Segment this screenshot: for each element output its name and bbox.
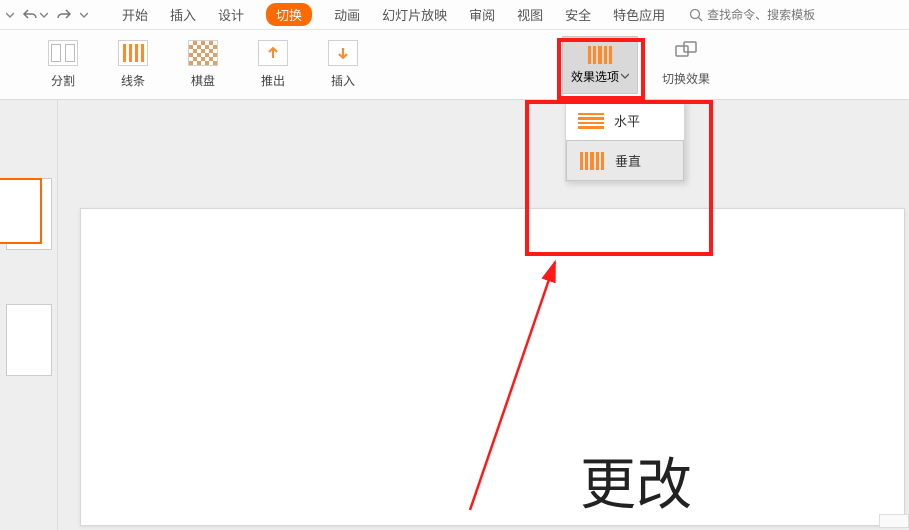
switch-effect-icon [674,40,698,64]
transition-checker[interactable]: 棋盘 [188,40,218,89]
option-horizontal-label: 水平 [614,111,640,130]
chevron-down-icon [621,72,629,80]
transition-insert[interactable]: 插入 [328,40,358,89]
vertical-icon [579,152,605,170]
tab-slideshow[interactable]: 幻灯片放映 [382,5,447,24]
workspace [0,100,909,530]
effect-options-icon [587,46,613,64]
effect-options-button[interactable]: 效果选项 [562,36,638,94]
insert-trans-label: 插入 [331,72,355,89]
title-bar: 开始 插入 设计 切换 动画 幻灯片放映 审阅 视图 安全 特色应用 查找命令、… [0,0,909,30]
split-label: 分割 [51,72,75,89]
qat-more-dropdown[interactable] [80,11,88,19]
slide-editor-area [58,100,909,530]
option-vertical[interactable]: 垂直 [566,140,684,181]
tab-animation[interactable]: 动画 [334,5,360,24]
slide-canvas[interactable] [80,208,905,526]
tab-review[interactable]: 审阅 [469,5,495,24]
transition-lines[interactable]: 线条 [118,40,148,89]
search-box[interactable]: 查找命令、搜索模板 [689,6,815,23]
effect-options-label: 效果选项 [571,68,619,85]
push-icon [258,40,288,66]
transition-split[interactable]: 分割 [48,40,78,89]
annotation-text: 更改 [580,440,692,521]
horizontal-icon [578,112,604,130]
slide-thumbnail-active-partial[interactable] [0,178,42,244]
option-horizontal[interactable]: 水平 [566,101,684,140]
effect-options-dropdown: 水平 垂直 [565,100,685,182]
tab-transition[interactable]: 切换 [266,3,312,26]
switch-effect-button[interactable]: 切换效果 [662,40,710,87]
option-vertical-label: 垂直 [615,151,641,170]
search-placeholder: 查找命令、搜索模板 [707,6,815,23]
push-label: 推出 [261,72,285,89]
slide-thumbnail-3[interactable] [6,304,52,376]
redo-button[interactable] [56,8,72,22]
transition-push[interactable]: 推出 [258,40,288,89]
switch-effect-label: 切换效果 [662,70,710,87]
checker-icon [188,40,218,66]
tab-insert[interactable]: 插入 [170,5,196,24]
tab-design[interactable]: 设计 [218,5,244,24]
quick-access-toolbar [6,8,88,22]
tab-start[interactable]: 开始 [122,5,148,24]
slide-thumbnail-rail[interactable] [0,100,58,530]
search-icon [689,8,703,22]
tab-view[interactable]: 视图 [517,5,543,24]
corner-widget [879,514,909,528]
lines-icon [118,40,148,66]
ribbon: 分割 线条 棋盘 推出 插入 . 效果选项 [0,30,909,100]
tab-special[interactable]: 特色应用 [613,5,665,24]
checker-label: 棋盘 [191,72,215,89]
insert-trans-icon [328,40,358,66]
split-icon [48,40,78,66]
menu-tabs: 开始 插入 设计 切换 动画 幻灯片放映 审阅 视图 安全 特色应用 [122,3,665,26]
undo-button[interactable] [22,8,48,22]
lines-label: 线条 [121,72,145,89]
app-menu-dropdown[interactable] [6,11,14,19]
tab-security[interactable]: 安全 [565,5,591,24]
